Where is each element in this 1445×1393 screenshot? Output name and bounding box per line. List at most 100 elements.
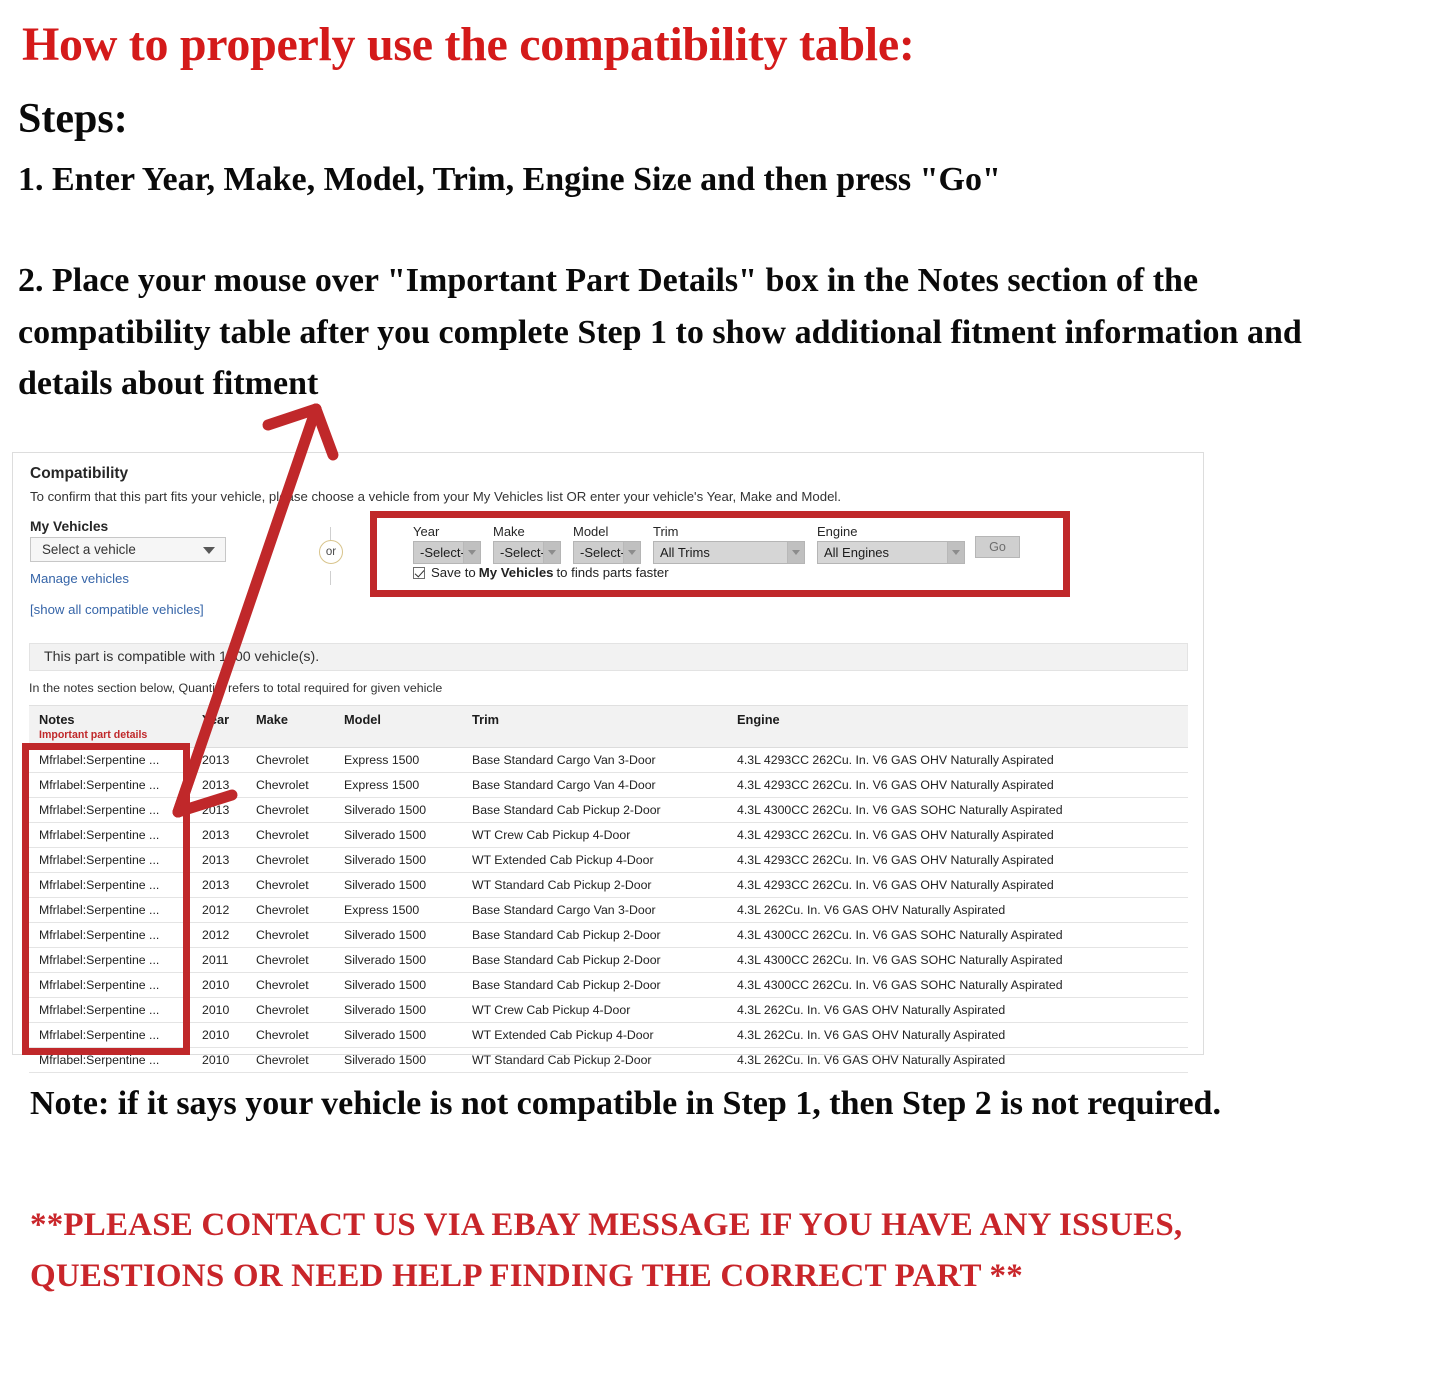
table-header: Notes Important part details Year Make M… (29, 705, 1188, 748)
step-1-text: 1. Enter Year, Make, Model, Trim, Engine… (18, 161, 1001, 198)
compatibility-heading: Compatibility (30, 465, 129, 482)
cell-year: 2010 (192, 1022, 246, 1048)
cell-trim: WT Standard Cab Pickup 2-Door (462, 872, 727, 898)
cell-model: Silverado 1500 (334, 1047, 462, 1073)
cell-make: Chevrolet (246, 997, 334, 1023)
cell-make: Chevrolet (246, 922, 334, 948)
column-header-engine: Engine (727, 705, 1188, 748)
table-row: Mfrlabel:Serpentine ... 2012 Chevrolet Expr… (29, 897, 1188, 923)
column-header-trim: Trim (462, 705, 727, 748)
cell-trim: Base Standard Cab Pickup 2-Door (462, 947, 727, 973)
cell-engine: 4.3L 4293CC 262Cu. In. V6 GAS OHV Natura… (727, 772, 1188, 798)
cell-model: Silverado 1500 (334, 1022, 462, 1048)
cell-model: Express 1500 (334, 747, 462, 773)
or-divider: or (316, 527, 346, 585)
chevron-down-icon (203, 547, 215, 554)
cell-model: Silverado 1500 (334, 972, 462, 998)
cell-make: Chevrolet (246, 1022, 334, 1048)
column-header-year: Year (192, 705, 246, 748)
cell-year: 2012 (192, 922, 246, 948)
steps-label: Steps: (18, 96, 128, 142)
cell-trim: WT Extended Cab Pickup 4-Door (462, 847, 727, 873)
table-row: Mfrlabel:Serpentine ... 2011 Chevrolet Silv… (29, 947, 1188, 973)
vehicle-select-dropdown[interactable]: Select a vehicle (30, 537, 226, 562)
cell-engine: 4.3L 262Cu. In. V6 GAS OHV Naturally Asp… (727, 897, 1188, 923)
cell-notes: Mfrlabel:Serpentine ... (29, 872, 192, 898)
cell-engine: 4.3L 4293CC 262Cu. In. V6 GAS OHV Natura… (727, 822, 1188, 848)
cell-notes: Mfrlabel:Serpentine ... (29, 972, 192, 998)
compatibility-table: Notes Important part details Year Make M… (29, 705, 1188, 1073)
cell-make: Chevrolet (246, 847, 334, 873)
cell-year: 2013 (192, 747, 246, 773)
table-header-row: Notes Important part details Year Make M… (29, 705, 1188, 748)
cell-model: Silverado 1500 (334, 947, 462, 973)
cell-notes: Mfrlabel:Serpentine ... (29, 847, 192, 873)
cell-year: 2010 (192, 972, 246, 998)
table-row: Mfrlabel:Serpentine ... 2013 Chevrolet Expr… (29, 772, 1188, 798)
cell-make: Chevrolet (246, 822, 334, 848)
cell-trim: WT Extended Cab Pickup 4-Door (462, 1022, 727, 1048)
arrow-head-upper-left (262, 403, 322, 431)
table-row: Mfrlabel:Serpentine ... 2010 Chevrolet Silv… (29, 972, 1188, 998)
my-vehicles-label: My Vehicles (30, 519, 109, 534)
cell-notes: Mfrlabel:Serpentine ... (29, 747, 192, 773)
cell-engine: 4.3L 4293CC 262Cu. In. V6 GAS OHV Natura… (727, 747, 1188, 773)
manage-vehicles-link[interactable]: Manage vehicles (30, 571, 129, 586)
or-line-top (330, 527, 331, 541)
table-row: Mfrlabel:Serpentine ... 2012 Chevrolet Silv… (29, 922, 1188, 948)
important-part-details-label: Important part details (39, 729, 148, 741)
column-header-notes-label: Notes (39, 712, 75, 727)
table-row: Mfrlabel:Serpentine ... 2013 Chevrolet Expr… (29, 747, 1188, 773)
cell-engine: 4.3L 4300CC 262Cu. In. V6 GAS SOHC Natur… (727, 797, 1188, 823)
cell-model: Silverado 1500 (334, 822, 462, 848)
show-all-compatible-vehicles-link[interactable]: [show all compatible vehicles] (30, 602, 204, 617)
table-row: Mfrlabel:Serpentine ... 2010 Chevrolet Silv… (29, 997, 1188, 1023)
step-2-text: 2. Place your mouse over "Important Part… (18, 262, 1302, 403)
cell-engine: 4.3L 4300CC 262Cu. In. V6 GAS SOHC Natur… (727, 922, 1188, 948)
cell-notes: Mfrlabel:Serpentine ... (29, 772, 192, 798)
cell-engine: 4.3L 262Cu. In. V6 GAS OHV Naturally Asp… (727, 1022, 1188, 1048)
page-title: How to properly use the compatibility ta… (22, 18, 915, 71)
notes-quantity-hint: In the notes section below, Quantity ref… (29, 681, 443, 695)
cell-trim: Base Standard Cargo Van 3-Door (462, 747, 727, 773)
table-row: Mfrlabel:Serpentine ... 2013 Chevrolet Silv… (29, 872, 1188, 898)
save-prefix-label: Save to (431, 565, 476, 580)
footer-contact-message: **PLEASE CONTACT US VIA EBAY MESSAGE IF … (30, 1207, 1183, 1295)
cell-year: 2013 (192, 872, 246, 898)
cell-model: Silverado 1500 (334, 997, 462, 1023)
cell-notes: Mfrlabel:Serpentine ... (29, 1047, 192, 1073)
cell-year: 2013 (192, 772, 246, 798)
cell-notes: Mfrlabel:Serpentine ... (29, 822, 192, 848)
compatibility-description: To confirm that this part fits your vehi… (30, 489, 841, 504)
cell-model: Silverado 1500 (334, 872, 462, 898)
cell-notes: Mfrlabel:Serpentine ... (29, 1022, 192, 1048)
save-to-my-vehicles-checkbox[interactable] (413, 566, 425, 579)
cell-trim: WT Standard Cab Pickup 2-Door (462, 1047, 727, 1073)
cell-model: Silverado 1500 (334, 847, 462, 873)
cell-trim: Base Standard Cab Pickup 2-Door (462, 797, 727, 823)
table-body: Mfrlabel:Serpentine ... 2013 Chevrolet Expr… (29, 747, 1188, 1073)
cell-year: 2013 (192, 847, 246, 873)
cell-model: Silverado 1500 (334, 922, 462, 948)
save-to-my-vehicles-row[interactable]: Save to My Vehicles to finds parts faste… (413, 565, 669, 580)
cell-engine: 4.3L 262Cu. In. V6 GAS OHV Naturally Asp… (727, 997, 1188, 1023)
cell-engine: 4.3L 4293CC 262Cu. In. V6 GAS OHV Natura… (727, 847, 1188, 873)
cell-year: 2010 (192, 1047, 246, 1073)
cell-notes: Mfrlabel:Serpentine ... (29, 897, 192, 923)
cell-make: Chevrolet (246, 1047, 334, 1073)
column-header-notes: Notes Important part details (29, 705, 192, 748)
cell-year: 2013 (192, 822, 246, 848)
cell-year: 2012 (192, 897, 246, 923)
cell-model: Express 1500 (334, 772, 462, 798)
table-row: Mfrlabel:Serpentine ... 2010 Chevrolet Silv… (29, 1047, 1188, 1073)
cell-notes: Mfrlabel:Serpentine ... (29, 947, 192, 973)
table-row: Mfrlabel:Serpentine ... 2013 Chevrolet Silv… (29, 822, 1188, 848)
cell-make: Chevrolet (246, 972, 334, 998)
compatible-count-bar: This part is compatible with 1000 vehicl… (29, 643, 1188, 671)
cell-make: Chevrolet (246, 772, 334, 798)
cell-model: Silverado 1500 (334, 797, 462, 823)
cell-year: 2013 (192, 797, 246, 823)
cell-notes: Mfrlabel:Serpentine ... (29, 997, 192, 1023)
cell-trim: Base Standard Cargo Van 3-Door (462, 897, 727, 923)
cell-year: 2011 (192, 947, 246, 973)
